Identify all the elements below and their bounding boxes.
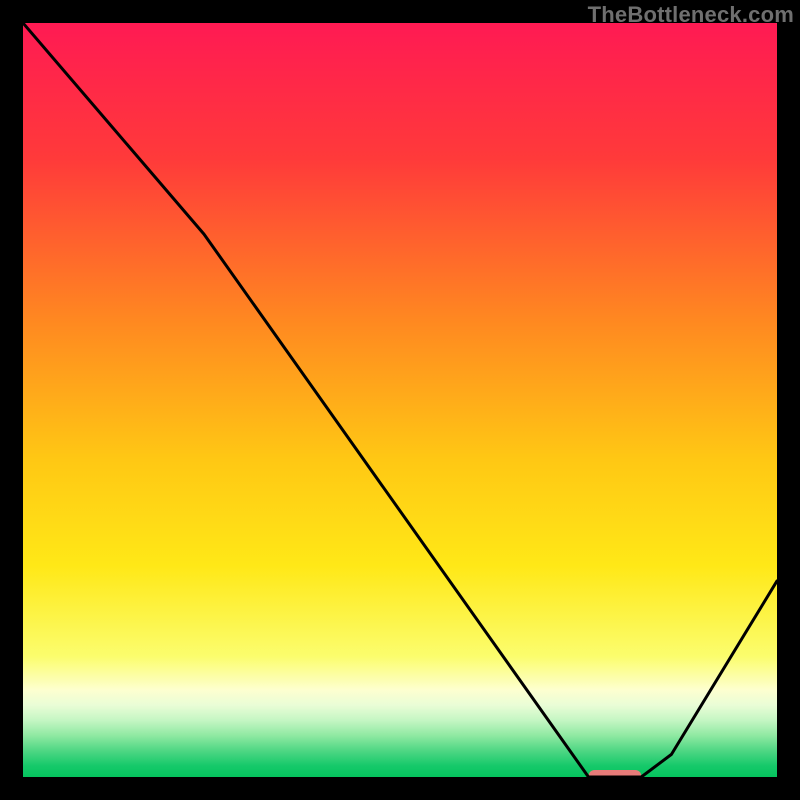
chart-frame: TheBottleneck.com bbox=[0, 0, 800, 800]
gradient-background bbox=[23, 23, 777, 777]
watermark-text: TheBottleneck.com bbox=[588, 2, 794, 28]
bottleneck-chart bbox=[23, 23, 777, 777]
